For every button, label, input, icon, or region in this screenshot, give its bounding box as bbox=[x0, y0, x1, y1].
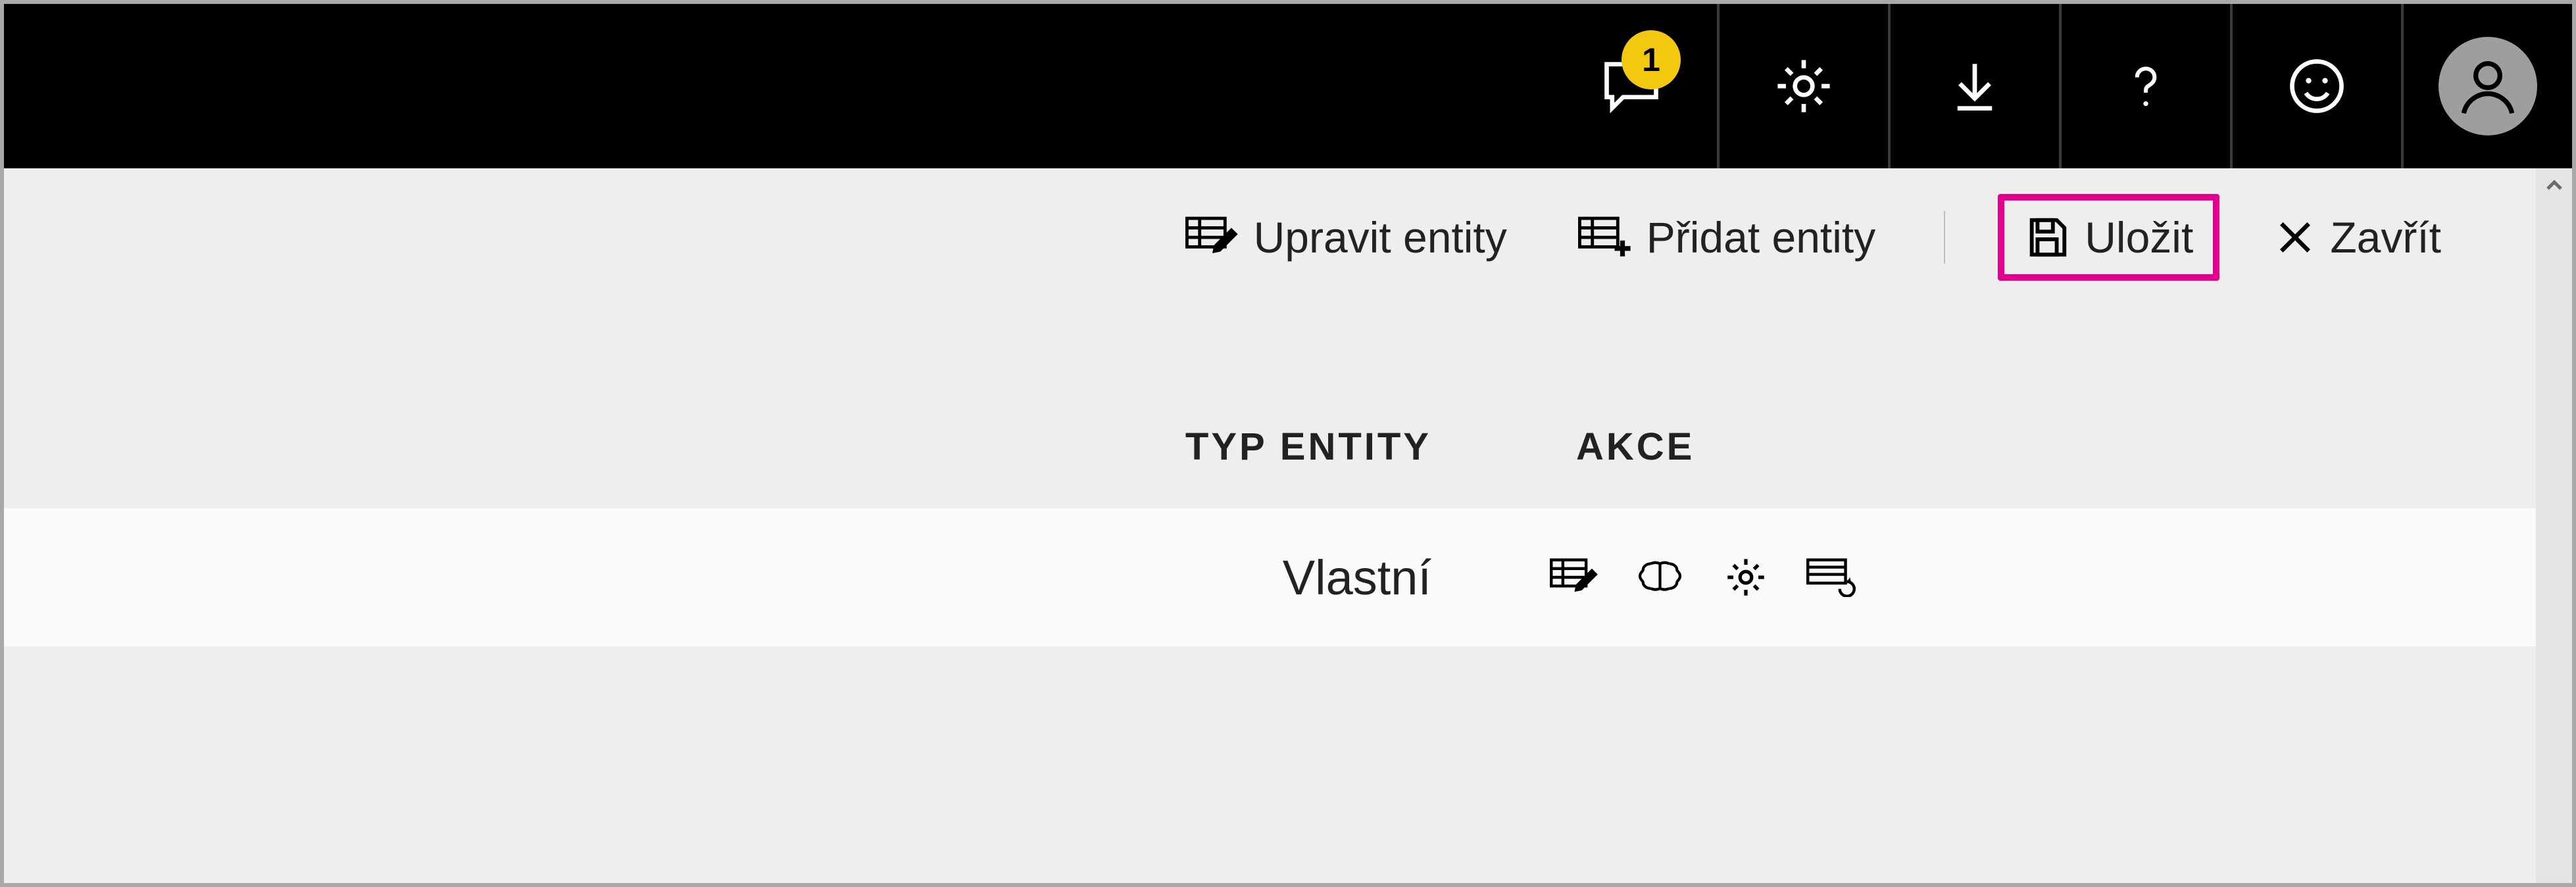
download-button[interactable] bbox=[1888, 4, 2059, 168]
table-edit-icon bbox=[1550, 558, 1599, 597]
row-edit-button[interactable] bbox=[1550, 553, 1599, 602]
smiley-icon bbox=[2284, 53, 2350, 119]
gear-icon bbox=[1771, 53, 1837, 119]
add-entities-label: Přidat entity bbox=[1647, 212, 1876, 262]
vertical-scrollbar[interactable] bbox=[2536, 168, 2572, 883]
cell-entity-type: Vlastní bbox=[4, 550, 1484, 606]
close-label: Zavřít bbox=[2330, 212, 2441, 262]
header-actions: AKCE bbox=[1484, 425, 2142, 469]
save-icon bbox=[2024, 214, 2070, 260]
edit-entities-button[interactable]: Upravit entity bbox=[1170, 204, 1523, 270]
download-icon bbox=[1945, 53, 2004, 119]
table-refresh-icon bbox=[1806, 558, 1856, 597]
table-row: Vlastní bbox=[4, 508, 2536, 646]
save-button[interactable]: Uložit bbox=[1998, 194, 2219, 281]
table-headers: TYP ENTITY AKCE bbox=[4, 425, 2536, 469]
add-entities-button[interactable]: Přidat entity bbox=[1562, 204, 1892, 270]
row-settings-button[interactable] bbox=[1721, 553, 1770, 602]
account-button[interactable] bbox=[2401, 4, 2572, 168]
cell-actions bbox=[1484, 553, 2142, 602]
action-toolbar: Upravit entity Přidat entity bbox=[4, 168, 2536, 293]
settings-button[interactable] bbox=[1717, 4, 1888, 168]
header-entity-type: TYP ENTITY bbox=[4, 425, 1484, 469]
feedback-button[interactable] bbox=[2230, 4, 2401, 168]
save-label: Uložit bbox=[2085, 212, 2193, 262]
close-icon bbox=[2275, 217, 2316, 258]
row-refresh-button[interactable] bbox=[1806, 553, 1856, 602]
notifications-button[interactable]: 1 bbox=[1546, 4, 1717, 168]
person-icon bbox=[2452, 50, 2524, 122]
row-ai-button[interactable] bbox=[1635, 553, 1685, 602]
app-frame: 1 bbox=[0, 0, 2576, 887]
question-icon bbox=[2119, 50, 2172, 122]
top-bar: 1 bbox=[4, 4, 2572, 168]
scroll-up-icon[interactable] bbox=[2541, 172, 2567, 199]
close-button[interactable]: Zavřít bbox=[2259, 204, 2457, 270]
edit-entities-label: Upravit entity bbox=[1254, 212, 1507, 262]
avatar bbox=[2439, 37, 2537, 135]
table-add-icon bbox=[1578, 214, 1632, 260]
gear-icon bbox=[1723, 554, 1769, 600]
content-area: Upravit entity Přidat entity bbox=[4, 168, 2572, 883]
table-edit-icon bbox=[1185, 214, 1239, 260]
notification-badge: 1 bbox=[1622, 30, 1681, 89]
brain-icon bbox=[1635, 556, 1685, 599]
help-button[interactable] bbox=[2059, 4, 2230, 168]
toolbar-separator bbox=[1944, 211, 1945, 264]
